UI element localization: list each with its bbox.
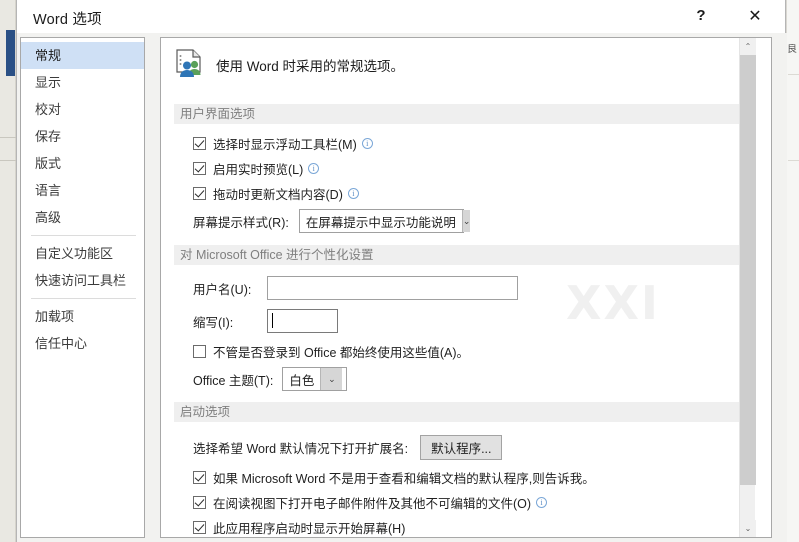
dialog-body: 常规 显示 校对 保存 版式 语言 高级 自定义功能区 快速访问工具栏 加载项 …: [17, 33, 787, 542]
checkbox-row-show-start-screen[interactable]: 此应用程序启动时显示开始屏幕(H): [193, 518, 405, 537]
sidebar-item-general[interactable]: 常规: [21, 42, 144, 69]
background-right-divider: [788, 160, 799, 161]
sidebar-item-proofing[interactable]: 校对: [21, 96, 144, 123]
document-people-icon: [174, 48, 206, 82]
section-header-personalize: 对 Microsoft Office 进行个性化设置: [174, 245, 739, 265]
sidebar-item-display[interactable]: 显示: [21, 69, 144, 96]
dialog-title: Word 选项: [33, 12, 102, 28]
help-icon[interactable]: ?: [679, 0, 723, 31]
checkbox-row-live-preview[interactable]: 启用实时预览(L) i: [193, 159, 320, 178]
watermark: XXI: [566, 276, 661, 330]
username-input[interactable]: [267, 276, 518, 300]
content-inner: XXI 使用 Word 时采用的常规选项。 用户界面选项 选择时显示浮动工具栏(…: [161, 38, 756, 537]
scrollbar-thumb[interactable]: [740, 55, 756, 485]
chevron-down-icon: ⌄: [320, 368, 343, 390]
checkbox-show-start-screen[interactable]: [193, 521, 206, 534]
scroll-up-icon[interactable]: ⌃: [740, 38, 756, 55]
info-icon[interactable]: i: [536, 497, 548, 508]
sidebar-item-addins[interactable]: 加载项: [21, 303, 144, 330]
checkbox-update-on-drag[interactable]: [193, 187, 206, 200]
screentip-style-label: 屏幕提示样式(R):: [193, 215, 289, 230]
info-icon[interactable]: i: [308, 163, 320, 174]
checkbox-live-preview[interactable]: [193, 162, 206, 175]
text-caret: [272, 313, 273, 328]
default-programs-label: 选择希望 Word 默认情况下打开扩展名:: [193, 442, 409, 456]
initials-row: 缩写(I):: [193, 309, 338, 333]
background-blue-accent: [6, 30, 15, 76]
title-bar: Word 选项 ? ✕: [17, 0, 785, 33]
checkbox-label-default-program-warning: 如果 Microsoft Word 不是用于查看和编辑文档的默认程序,则告诉我。: [213, 472, 595, 486]
chevron-down-icon: ⌄: [461, 210, 471, 232]
screentip-style-dropdown[interactable]: 在屏幕提示中显示功能说明 ⌄: [298, 209, 471, 233]
sidebar-item-quick-access-toolbar[interactable]: 快速访问工具栏: [21, 267, 144, 294]
office-theme-label: Office 主题(T):: [193, 373, 274, 388]
background-window-right-edge: [786, 0, 799, 542]
background-window-glyph: 良: [787, 44, 797, 55]
word-options-dialog: Word 选项 ? ✕ 常规 显示 校对 保存 版式 语言 高级 自定义功能区 …: [16, 0, 787, 542]
checkbox-always-use-values[interactable]: [193, 345, 206, 358]
options-nav-pane: 常规 显示 校对 保存 版式 语言 高级 自定义功能区 快速访问工具栏 加载项 …: [20, 37, 145, 538]
checkbox-label-update-on-drag: 拖动时更新文档内容(D): [213, 188, 343, 202]
section-header-ui-options: 用户界面选项: [174, 104, 739, 124]
checkbox-row-mini-toolbar[interactable]: 选择时显示浮动工具栏(M) i: [193, 134, 373, 153]
initials-input[interactable]: [267, 309, 338, 333]
checkbox-row-always-use-values[interactable]: 不管是否登录到 Office 都始终使用这些值(A)。: [193, 342, 469, 361]
checkbox-row-default-program-warning[interactable]: 如果 Microsoft Word 不是用于查看和编辑文档的默认程序,则告诉我。: [193, 468, 595, 487]
screen: 良 Word 选项 ? ✕ 常规 显示 校对 保存 版式 语言 高级 自定义功能…: [0, 0, 799, 542]
sidebar-item-save[interactable]: 保存: [21, 123, 144, 150]
background-right-divider: [788, 74, 799, 75]
sidebar-divider: [31, 298, 136, 299]
username-row: 用户名(U):: [193, 276, 518, 300]
background-window-left-rail: [0, 0, 16, 542]
sidebar-item-language[interactable]: 语言: [21, 177, 144, 204]
checkbox-label-open-in-reading-view: 在阅读视图下打开电子邮件附件及其他不可编辑的文件(O): [213, 497, 532, 511]
content-scrollbar[interactable]: ⌃ ⌄: [739, 38, 756, 537]
checkbox-open-in-reading-view[interactable]: [193, 496, 206, 509]
sidebar-item-layout[interactable]: 版式: [21, 150, 144, 177]
checkbox-row-open-in-reading-view[interactable]: 在阅读视图下打开电子邮件附件及其他不可编辑的文件(O) i: [193, 493, 548, 512]
options-content-pane: XXI 使用 Word 时采用的常规选项。 用户界面选项 选择时显示浮动工具栏(…: [160, 37, 772, 538]
background-rail-divider: [0, 160, 16, 161]
default-programs-button[interactable]: 默认程序...: [420, 435, 503, 460]
checkbox-label-mini-toolbar: 选择时显示浮动工具栏(M): [213, 138, 357, 152]
checkbox-mini-toolbar[interactable]: [193, 137, 206, 150]
section-header-startup: 启动选项: [174, 402, 739, 422]
checkbox-label-always-use-values: 不管是否登录到 Office 都始终使用这些值(A)。: [213, 346, 470, 360]
initials-label: 缩写(I):: [193, 315, 234, 330]
default-programs-row: 选择希望 Word 默认情况下打开扩展名: 默认程序...: [193, 435, 503, 460]
page-header: 使用 Word 时采用的常规选项。: [174, 48, 404, 82]
office-theme-value: 白色: [289, 373, 315, 388]
sidebar-item-trust-center[interactable]: 信任中心: [21, 330, 144, 357]
screentip-style-value: 在屏幕提示中显示功能说明: [305, 215, 456, 230]
page-header-text: 使用 Word 时采用的常规选项。: [216, 59, 405, 74]
info-icon[interactable]: i: [361, 138, 373, 149]
background-rail-divider: [0, 137, 16, 138]
sidebar-item-advanced[interactable]: 高级: [21, 204, 144, 231]
close-icon[interactable]: ✕: [733, 0, 777, 31]
checkbox-row-update-on-drag[interactable]: 拖动时更新文档内容(D) i: [193, 184, 359, 203]
office-theme-dropdown[interactable]: 白色 ⌄: [282, 367, 348, 391]
info-icon[interactable]: i: [347, 188, 359, 199]
checkbox-label-show-start-screen: 此应用程序启动时显示开始屏幕(H): [213, 522, 406, 536]
username-label: 用户名(U):: [193, 282, 252, 297]
checkbox-label-live-preview: 启用实时预览(L): [213, 163, 304, 177]
sidebar-item-customize-ribbon[interactable]: 自定义功能区: [21, 240, 144, 267]
screentip-style-row: 屏幕提示样式(R): 在屏幕提示中显示功能说明 ⌄: [193, 209, 471, 233]
checkbox-default-program-warning[interactable]: [193, 471, 206, 484]
scroll-down-icon[interactable]: ⌄: [740, 520, 756, 537]
sidebar-divider: [31, 235, 136, 236]
office-theme-row: Office 主题(T): 白色 ⌄: [193, 367, 348, 391]
